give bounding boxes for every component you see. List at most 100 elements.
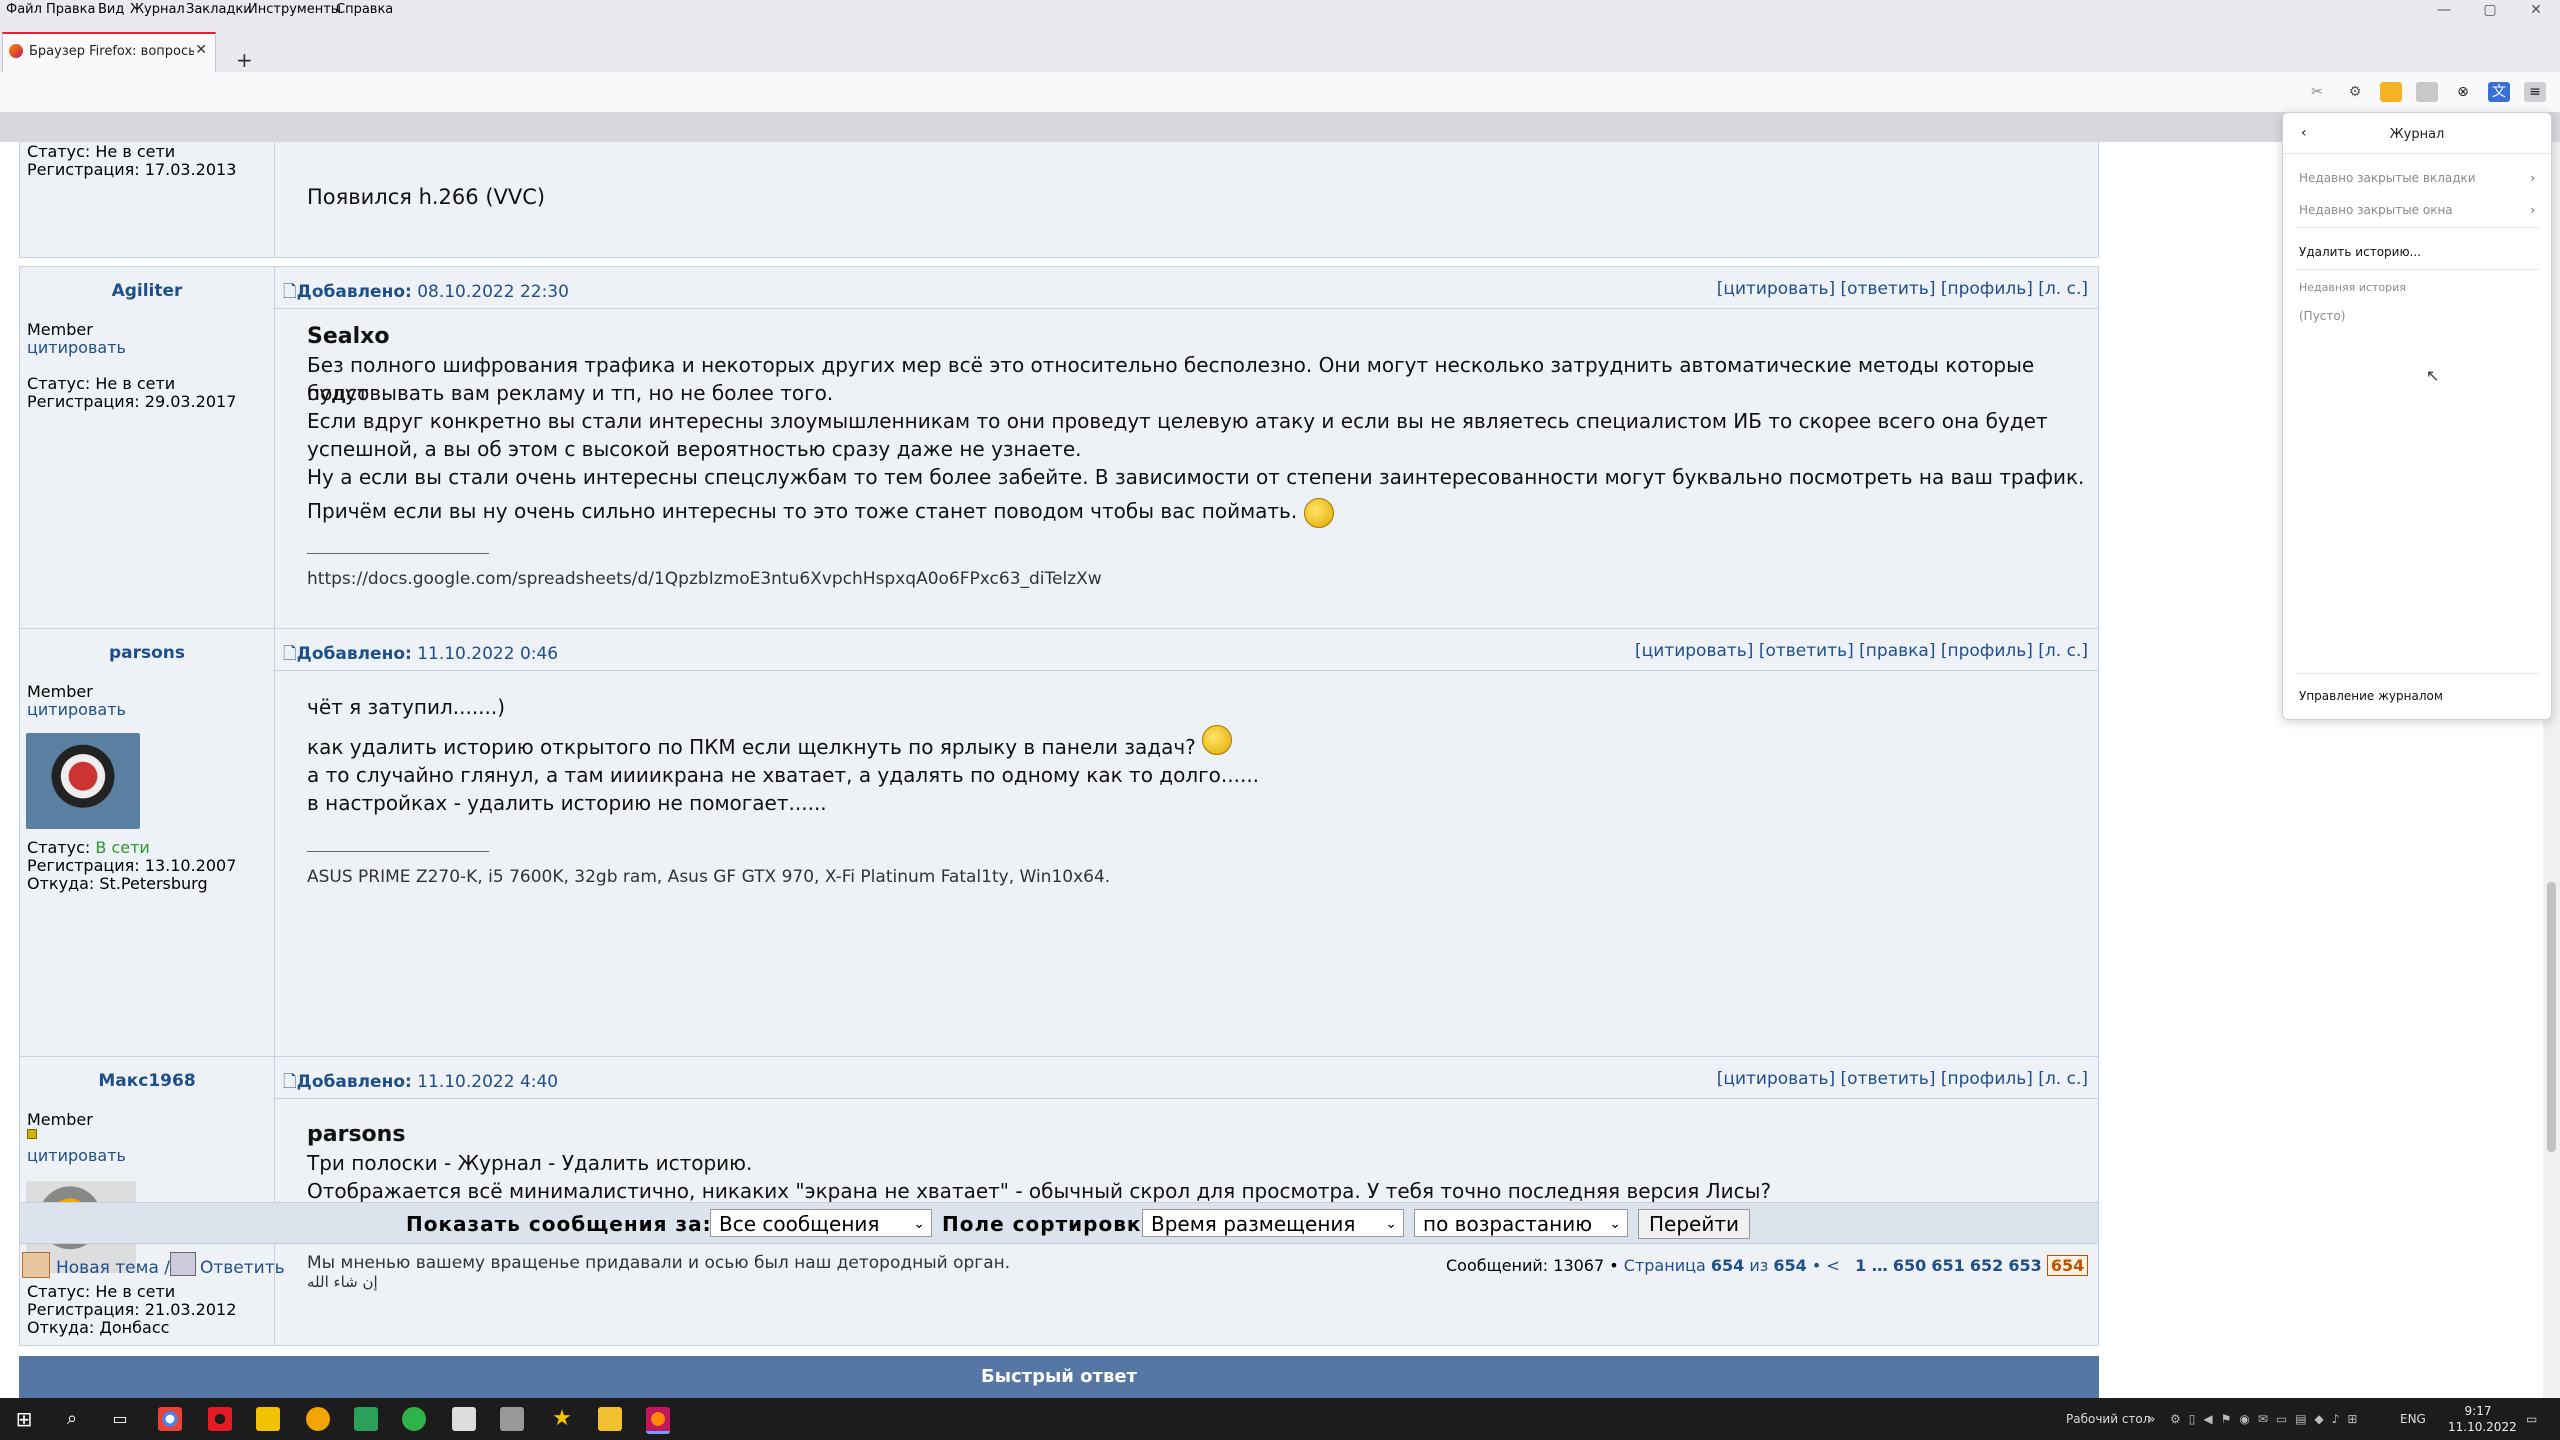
maximize-button[interactable]: ▢ [2476, 2, 2504, 18]
page-link[interactable]: 651 [1931, 1256, 1964, 1275]
notifications-icon[interactable]: ▭ [2526, 1412, 2537, 1426]
clear-history-item[interactable]: Удалить историю... [2299, 245, 2539, 259]
block-icon[interactable]: ⊗ [2452, 82, 2474, 102]
post-header: 🗋Добавлено: 08.10.2022 22:30 [цитировать… [275, 267, 2098, 309]
page-link[interactable]: 1 … [1855, 1256, 1888, 1275]
menu-help[interactable]: Справка [336, 2, 393, 17]
quote-link[interactable]: цитировать [27, 701, 126, 719]
browser-tab[interactable]: Браузер Firefox: вопросы, отв… ✕ [2, 32, 216, 72]
menu-history[interactable]: Журнал [130, 2, 185, 17]
message-count: Сообщений: 13067 • [1446, 1256, 1619, 1275]
keyboard-language[interactable]: ENG [2400, 1412, 2426, 1426]
firefox-taskbar-icon[interactable] [646, 1407, 670, 1434]
manage-history-item[interactable]: Управление журналом [2299, 689, 2539, 703]
search-icon[interactable]: ⌕ [60, 1407, 84, 1431]
tools-icon[interactable]: ✂ [2306, 82, 2328, 102]
signature: https://docs.google.com/spreadsheets/d/1… [307, 569, 1102, 589]
laughing-smiley-icon [1303, 497, 1334, 528]
post-header: 🗋Добавлено: 11.10.2022 4:40 [цитировать]… [275, 1057, 2098, 1099]
translate-icon[interactable]: 文 [2488, 82, 2510, 102]
panel-divider [2295, 673, 2539, 674]
reply-icon [170, 1252, 196, 1276]
added-label: Добавлено: [296, 644, 412, 664]
windows-start-icon[interactable]: ⊞ [12, 1407, 36, 1431]
panel-header: ‹ Журнал [2283, 113, 2551, 154]
app-icon[interactable] [306, 1407, 330, 1431]
recent-windows-item[interactable]: Недавно закрытые окна › [2299, 203, 2539, 217]
tray-icons[interactable]: ⚙▯◀⚑◉✉▭▤◆♪⊞ [2170, 1412, 2370, 1426]
page-prev[interactable]: • < [1812, 1256, 1840, 1275]
new-tab-button[interactable]: + [236, 48, 253, 72]
sort-field-value: Время размещения [1151, 1212, 1356, 1236]
scrollbar-thumb[interactable] [2547, 882, 2556, 1152]
close-window-button[interactable]: ✕ [2522, 2, 2550, 18]
page-link[interactable]: 653 [2008, 1256, 2041, 1275]
menu-edit[interactable]: Правка [46, 2, 95, 17]
chevron-icon[interactable]: » [2148, 1412, 2155, 1426]
post-actions[interactable]: [цитировать] [ответить] [профиль] [л. с.… [1717, 279, 2088, 299]
author-status: Статус: Не в сети [27, 374, 176, 393]
desktop-toolbar-label[interactable]: Рабочий стол [2066, 1412, 2150, 1426]
page-of: из [1749, 1256, 1769, 1275]
quote-link[interactable]: цитировать [27, 1147, 126, 1165]
post-actions[interactable]: [цитировать] [ответить] [правка] [профил… [1635, 641, 2088, 661]
sort-field-select[interactable]: Время размещения ⌄ [1142, 1209, 1404, 1237]
minimize-button[interactable]: — [2430, 2, 2458, 18]
chevron-right-icon: › [2530, 203, 2535, 217]
hamburger-menu-icon[interactable]: ≡ [2524, 82, 2546, 102]
page-link[interactable]: 650 [1893, 1256, 1926, 1275]
go-button[interactable]: Перейти [1638, 1209, 1750, 1239]
quote-link[interactable]: цитировать [27, 339, 126, 357]
sort-order-select[interactable]: по возрастанию ⌄ [1414, 1209, 1628, 1237]
post-actions[interactable]: [цитировать] [ответить] [профиль] [л. с.… [1717, 1069, 2088, 1089]
post-date: 🗋Добавлено: 11.10.2022 0:46 [283, 641, 558, 670]
mouse-cursor-icon: ↖ [2426, 366, 2440, 385]
menu-tools[interactable]: Инструменты [248, 2, 341, 17]
post-date: 🗋Добавлено: 11.10.2022 4:40 [283, 1069, 558, 1098]
app-icon[interactable] [402, 1407, 426, 1431]
post-icon: 🗋 [283, 282, 297, 302]
show-messages-select[interactable]: Все сообщения ⌄ [710, 1209, 932, 1237]
post-line: успешной, а вы об этом с высокой вероятн… [307, 437, 1082, 461]
page-link[interactable]: 652 [1970, 1256, 2003, 1275]
reply-link[interactable]: Ответить [200, 1258, 285, 1278]
author-rank: Member [27, 682, 93, 701]
clock-date: 11.10.2022 [2448, 1420, 2517, 1434]
post-line: чёт я затупил.......) [307, 695, 506, 719]
tab-close-icon[interactable]: ✕ [195, 42, 207, 58]
author-status: Статус: Не в сети [27, 1282, 176, 1301]
menu-view[interactable]: Вид [98, 2, 124, 17]
post-author-column: Макс1968 Member цитировать Статус: Не в … [20, 1057, 275, 1345]
new-topic-link[interactable]: Новая тема / [56, 1258, 170, 1278]
forum-post: Статус: Не в сети Регистрация: 17.03.201… [19, 142, 2099, 258]
author-registration: Регистрация: 13.10.2007 [27, 856, 237, 875]
post-body-column: 🗋Добавлено: 11.10.2022 0:46 [цитировать]… [275, 629, 2098, 1057]
post-author-column: Статус: Не в сети Регистрация: 17.03.201… [20, 142, 275, 257]
app-icon[interactable] [500, 1407, 524, 1431]
author-nick[interactable]: parsons [20, 643, 274, 663]
system-clock[interactable]: 9:17 11.10.2022 [2448, 1403, 2517, 1435]
forum-post: parsons Member цитировать Статус: В сети… [19, 628, 2099, 1058]
chrome-icon[interactable] [158, 1407, 182, 1431]
notes-icon[interactable] [256, 1407, 280, 1431]
recent-tabs-item[interactable]: Недавно закрытые вкладки › [2299, 171, 2539, 185]
quote-author: Sealxo [307, 324, 390, 349]
author-nick[interactable]: Agiliter [20, 281, 274, 301]
new-topic-icon [22, 1252, 50, 1278]
menu-bookmarks[interactable]: Закладки [186, 2, 252, 17]
quick-reply-bar[interactable]: Быстрый ответ [19, 1356, 2099, 1398]
post-line: Если вдруг конкретно вы стали интересны … [307, 409, 2048, 433]
file-explorer-icon[interactable] [598, 1407, 622, 1431]
addon-icon[interactable] [2380, 82, 2402, 102]
menu-bar: Файл Правка Вид Журнал Закладки Инструме… [0, 0, 2560, 20]
menu-file[interactable]: Файл [6, 2, 42, 17]
app-icon[interactable] [354, 1407, 378, 1431]
author-nick[interactable]: Макс1968 [20, 1071, 274, 1091]
opera-icon[interactable] [208, 1407, 232, 1431]
app-icon[interactable] [452, 1407, 476, 1431]
task-view-icon[interactable]: ▭ [108, 1407, 132, 1431]
star-app-icon[interactable]: ★ [550, 1407, 574, 1431]
extension-icon[interactable]: ⚙ [2344, 82, 2366, 102]
post-author-column: parsons Member цитировать Статус: В сети… [20, 629, 275, 1057]
reader-icon[interactable] [2416, 82, 2438, 102]
